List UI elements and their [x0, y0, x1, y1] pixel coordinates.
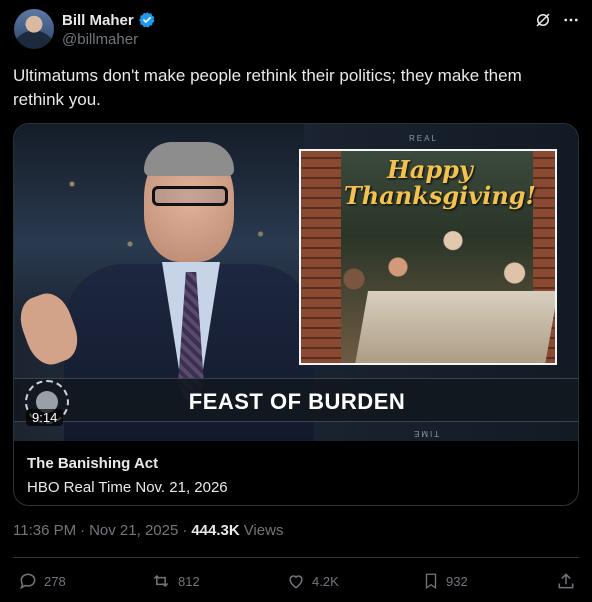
bookmark-button[interactable]: 932: [422, 571, 468, 591]
repost-icon: [150, 571, 172, 591]
inset-greeting-line1: Happy: [387, 155, 473, 184]
share-button[interactable]: [556, 571, 576, 591]
tweet-header: Bill Maher @billmaher: [14, 9, 580, 53]
thanksgiving-inset-image: Happy Thanksgiving!: [299, 149, 557, 365]
video-duration: 9:14: [26, 409, 64, 426]
author-display-name[interactable]: Bill Maher: [62, 12, 134, 29]
author-handle[interactable]: @billmaher: [62, 31, 138, 48]
real-tag: REAL: [409, 134, 438, 143]
card-title: The Banishing Act: [27, 455, 159, 472]
action-bar: 278 812 4.2K 932: [18, 571, 576, 593]
author-name-row: Bill Maher: [62, 10, 156, 30]
avatar[interactable]: [14, 9, 54, 49]
tweet-time[interactable]: 11:36 PM: [13, 522, 76, 539]
bookmark-icon: [422, 571, 440, 591]
share-icon: [556, 571, 576, 591]
segment-title-bar: FEAST OF BURDEN: [14, 378, 578, 422]
views-count[interactable]: 444.3K: [191, 522, 239, 539]
segment-title: FEAST OF BURDEN: [188, 389, 406, 414]
header-actions: [534, 11, 580, 34]
tweet-text: Ultimatums don't make people rethink the…: [13, 66, 522, 109]
more-icon[interactable]: [562, 11, 580, 34]
views-label: Views: [243, 522, 284, 539]
repost-count: 812: [178, 573, 200, 589]
repost-button[interactable]: 812: [150, 571, 200, 591]
like-icon: [286, 571, 306, 591]
time-tag: TIME: [412, 429, 440, 438]
grok-icon[interactable]: [534, 11, 552, 34]
reply-icon: [18, 571, 38, 591]
like-button[interactable]: 4.2K: [286, 571, 339, 591]
tweet-timestamp: 11:36 PM · Nov 21, 2025 · 444.3K Views: [13, 522, 283, 539]
card-subtitle: HBO Real Time Nov. 21, 2026: [27, 479, 228, 496]
separator: ·: [182, 522, 188, 539]
inset-greeting-line2: Thanksgiving!: [343, 181, 537, 210]
video-thumbnail[interactable]: REAL Happy Thanksgiving! FEAST OF BURDEN…: [14, 124, 578, 441]
like-count: 4.2K: [312, 573, 339, 589]
video-card[interactable]: REAL Happy Thanksgiving! FEAST OF BURDEN…: [13, 123, 579, 506]
reply-button[interactable]: 278: [18, 571, 66, 591]
tweet-date[interactable]: Nov 21, 2025: [89, 522, 178, 539]
card-meta[interactable]: The Banishing Act HBO Real Time Nov. 21,…: [14, 441, 578, 505]
divider: [13, 557, 579, 558]
separator: ·: [80, 522, 86, 539]
inset-greeting: Happy Thanksgiving!: [301, 155, 555, 210]
bookmark-count: 932: [446, 573, 468, 589]
verified-badge-icon[interactable]: [138, 11, 156, 29]
reply-count: 278: [44, 573, 66, 589]
